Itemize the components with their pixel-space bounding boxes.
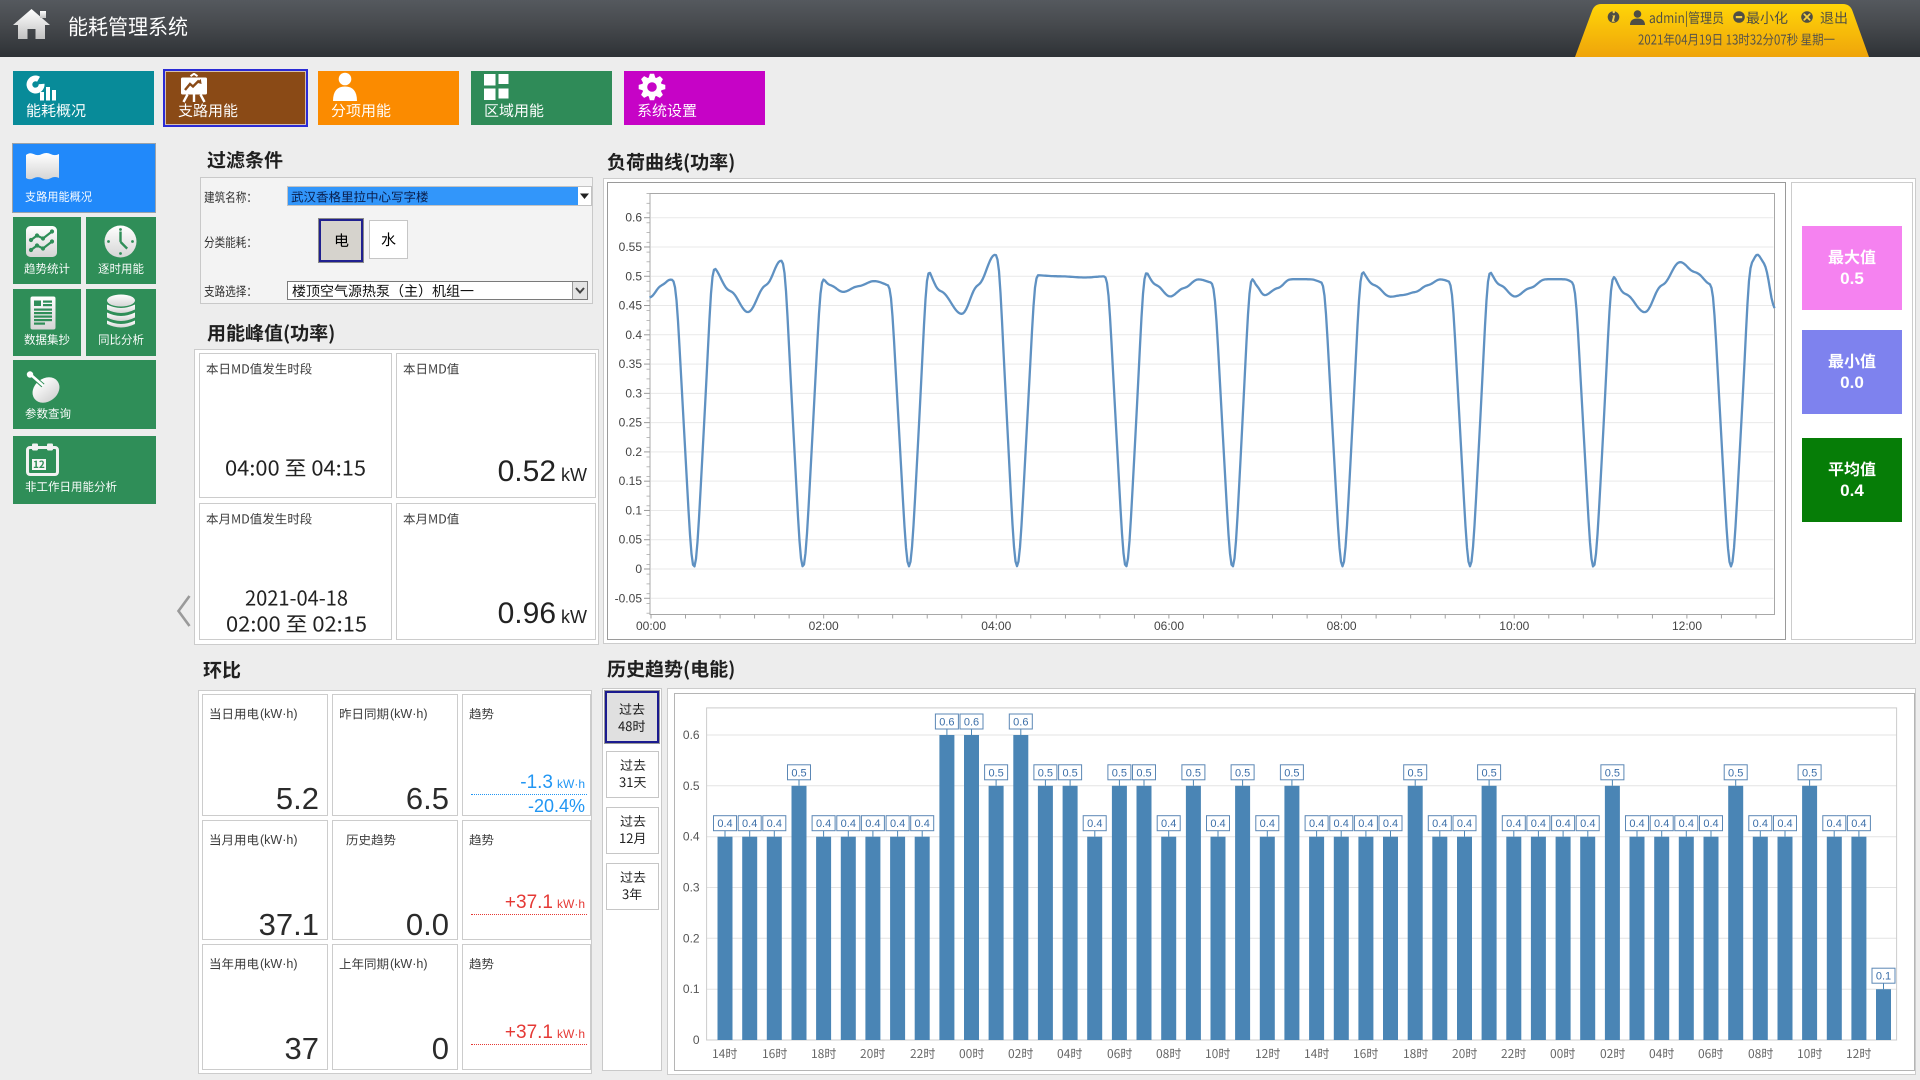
svg-text:0.1: 0.1 [625,503,642,517]
svg-text:0.4: 0.4 [865,818,880,830]
svg-text:0.05: 0.05 [619,533,643,547]
svg-text:0.25: 0.25 [619,416,643,430]
svg-text:0.5: 0.5 [1284,767,1299,779]
svg-text:0: 0 [693,1033,700,1047]
svg-text:0: 0 [635,562,642,576]
svg-text:0.4: 0.4 [915,818,930,830]
svg-text:0.2: 0.2 [683,931,700,945]
svg-text:0.5: 0.5 [1840,269,1864,288]
svg-text:0.5: 0.5 [1038,767,1053,779]
svg-text:10:00: 10:00 [1499,619,1529,633]
svg-text:0.4: 0.4 [841,818,856,830]
svg-text:0.4: 0.4 [1358,818,1373,830]
svg-text:0.4: 0.4 [1309,818,1324,830]
svg-text:kW: kW [561,607,587,627]
svg-text:0.5: 0.5 [1605,767,1620,779]
svg-text:(kW·h): (kW·h) [390,707,428,721]
svg-text:0.4: 0.4 [1506,818,1521,830]
svg-text:0.5: 0.5 [1186,767,1201,779]
svg-text:0.4: 0.4 [1654,818,1669,830]
svg-text:0.4: 0.4 [1555,818,1570,830]
svg-text:0.4: 0.4 [1580,818,1595,830]
svg-text:0.4: 0.4 [1629,818,1644,830]
svg-text:0.5: 0.5 [988,767,1003,779]
svg-text:0.5: 0.5 [791,767,806,779]
svg-text:0.4: 0.4 [1777,818,1792,830]
svg-text:0.4: 0.4 [1457,818,1472,830]
svg-text:0.3: 0.3 [683,881,700,895]
svg-text:0.4: 0.4 [1851,818,1866,830]
svg-text:0.5: 0.5 [1481,767,1496,779]
svg-text:0.4: 0.4 [1432,818,1447,830]
svg-text:06:00: 06:00 [1154,619,1184,633]
svg-text:0.4: 0.4 [717,818,732,830]
svg-text:0.6: 0.6 [939,717,954,729]
svg-text:0.3: 0.3 [625,386,642,400]
svg-text:0.55: 0.55 [619,240,643,254]
svg-text:0.4: 0.4 [1679,818,1694,830]
svg-text:0.4: 0.4 [890,818,905,830]
svg-text:0.5: 0.5 [1235,767,1250,779]
svg-text:0.5: 0.5 [683,779,700,793]
svg-text:0.15: 0.15 [619,474,643,488]
svg-text:08:00: 08:00 [1327,619,1357,633]
svg-text:0.4: 0.4 [816,818,831,830]
svg-text:0.4: 0.4 [1753,818,1768,830]
svg-text:0.1: 0.1 [683,982,700,996]
svg-text:0.4: 0.4 [742,818,757,830]
svg-text:0.6: 0.6 [964,717,979,729]
svg-text:-0.05: -0.05 [615,591,643,605]
svg-text:0.5: 0.5 [1728,767,1743,779]
svg-text:0.6: 0.6 [683,728,700,742]
svg-text:00:00: 00:00 [636,619,666,633]
svg-text:0.35: 0.35 [619,357,643,371]
svg-text:0.4: 0.4 [1383,818,1398,830]
svg-text:0.1: 0.1 [1876,971,1891,983]
svg-text:0.5: 0.5 [1136,767,1151,779]
svg-text:0.45: 0.45 [619,299,643,313]
svg-text:0.4: 0.4 [1161,818,1176,830]
svg-text:0.4: 0.4 [625,328,642,342]
svg-text:0.4: 0.4 [1531,818,1546,830]
svg-text:0.4: 0.4 [1703,818,1718,830]
svg-text:02:00: 02:00 [809,619,839,633]
svg-text:0.6: 0.6 [1013,717,1028,729]
svg-text:(kW·h): (kW·h) [260,833,298,847]
svg-text:0.0: 0.0 [1840,373,1864,392]
svg-text:kW·h: kW·h [557,897,585,911]
svg-text:0.4: 0.4 [1334,818,1349,830]
svg-text:0.5: 0.5 [1802,767,1817,779]
svg-text:0.5: 0.5 [1112,767,1127,779]
svg-text:0.4: 0.4 [1260,818,1275,830]
svg-text:0.4: 0.4 [1210,818,1225,830]
svg-text:0.5: 0.5 [625,269,642,283]
svg-text:0.5: 0.5 [1408,767,1423,779]
svg-text:0.4: 0.4 [1827,818,1842,830]
svg-text:0.4: 0.4 [767,818,782,830]
svg-text:0.2: 0.2 [625,445,642,459]
svg-text:0.4: 0.4 [1087,818,1102,830]
svg-text:0.5: 0.5 [1062,767,1077,779]
svg-text:0.6: 0.6 [625,211,642,225]
svg-text:kW: kW [561,465,587,485]
svg-text:kW·h: kW·h [557,1027,585,1041]
svg-text:-20.4%: -20.4% [528,796,585,816]
svg-text:04:00: 04:00 [981,619,1011,633]
svg-text:0.4: 0.4 [683,830,700,844]
svg-text:12:00: 12:00 [1672,619,1702,633]
svg-text:(kW·h): (kW·h) [390,957,428,971]
svg-text:0.4: 0.4 [1840,481,1864,500]
